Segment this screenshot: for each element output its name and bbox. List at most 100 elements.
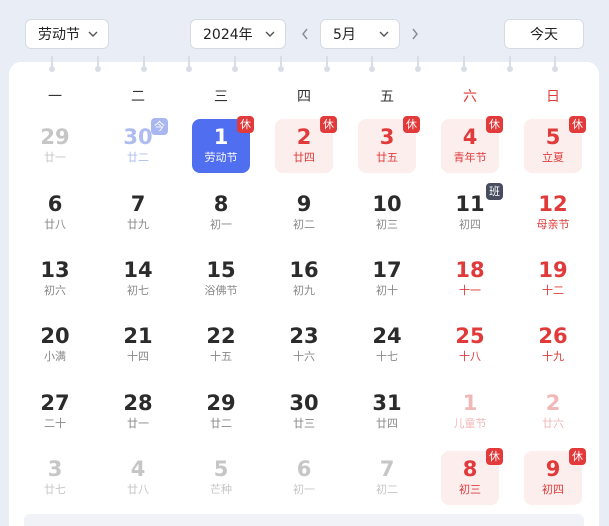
day-cell[interactable]: 22 十五 (192, 318, 250, 372)
lunar-label: 初十 (376, 284, 398, 297)
weekday-label: 二 (131, 89, 145, 105)
day-cell[interactable]: 12 母亲节 (524, 186, 582, 240)
lunar-label: 母亲节 (536, 218, 570, 231)
day-cell[interactable]: 24 十七 (358, 318, 416, 372)
day-cell[interactable]: 6 初一 (275, 451, 333, 505)
lunar-label: 儿童节 (453, 417, 487, 430)
lunar-label: 廿二 (210, 417, 232, 430)
today-badge: 今 (151, 118, 168, 135)
day-cell[interactable]: 30 廿三 (275, 385, 333, 439)
rest-day-badge: 休 (237, 116, 254, 133)
day-cell[interactable]: 14 初七 (109, 252, 167, 306)
day-cell[interactable]: 20 小满 (26, 318, 84, 372)
prev-month-button[interactable] (298, 24, 312, 44)
binder-ring (507, 56, 513, 74)
day-cell[interactable]: 31 廿四 (358, 385, 416, 439)
lunar-label: 十二 (542, 284, 564, 297)
day-number: 2 (545, 391, 561, 415)
rest-day-badge: 休 (569, 448, 586, 465)
day-cell[interactable]: 9 初二 (275, 186, 333, 240)
rest-day-badge: 休 (569, 116, 586, 133)
next-month-button[interactable] (408, 24, 422, 44)
lunar-label: 初三 (376, 218, 398, 231)
day-cell[interactable]: 5 芒种 (192, 451, 250, 505)
day-number: 7 (130, 192, 146, 216)
day-cell[interactable]: 19 十二 (524, 252, 582, 306)
lunar-label: 初三 (459, 483, 481, 496)
rest-day-badge: 休 (486, 448, 503, 465)
day-number: 9 (296, 192, 312, 216)
day-cell[interactable]: 4 廿八 (109, 451, 167, 505)
lunar-label: 廿八 (44, 218, 66, 231)
lunar-label: 廿四 (376, 417, 398, 430)
lunar-label: 廿四 (293, 151, 315, 164)
day-cell[interactable]: 17 初十 (358, 252, 416, 306)
day-cell[interactable]: 8 初三休 (441, 448, 503, 505)
day-cell[interactable]: 3 廿七 (26, 451, 84, 505)
day-cell[interactable]: 29 廿二 (192, 385, 250, 439)
day-cell[interactable]: 5 立夏休 (524, 116, 586, 173)
lunar-label: 廿二 (127, 151, 149, 164)
binder-ring (552, 56, 558, 74)
lunar-label: 廿七 (44, 483, 66, 496)
day-cell[interactable]: 21 十四 (109, 318, 167, 372)
day-cell[interactable]: 13 初六 (26, 252, 84, 306)
day-number: 25 (455, 324, 485, 348)
day-number: 1 (462, 391, 478, 415)
day-number: 24 (372, 324, 402, 348)
day-cell[interactable]: 7 廿九 (109, 186, 167, 240)
day-cell[interactable]: 28 廿一 (109, 385, 167, 439)
day-number: 23 (289, 324, 319, 348)
calendar-toolbar: 劳动节 2024年 5月 今天 (0, 0, 609, 62)
holiday-select[interactable]: 劳动节 (25, 19, 109, 49)
day-number: 7 (379, 457, 395, 481)
day-cell[interactable]: 30 廿二今 (109, 118, 168, 173)
lunar-label: 初一 (293, 483, 315, 496)
holiday-select-value: 劳动节 (38, 27, 80, 43)
day-number: 30 (289, 391, 319, 415)
day-cell[interactable]: 15 浴佛节 (192, 252, 250, 306)
lunar-label: 廿八 (127, 483, 149, 496)
day-cell[interactable]: 2 廿六 (524, 385, 582, 439)
day-cell[interactable]: 23 十六 (275, 318, 333, 372)
day-cell[interactable]: 1 劳动节休 (192, 116, 254, 173)
lunar-label: 廿六 (542, 417, 564, 430)
day-cell[interactable]: 3 廿五休 (358, 116, 420, 173)
day-number: 8 (213, 192, 229, 216)
lunar-label: 初一 (210, 218, 232, 231)
day-number: 13 (40, 258, 70, 282)
month-select-value: 5月 (333, 27, 356, 43)
weekday-label: 四 (297, 89, 311, 105)
year-select[interactable]: 2024年 (190, 19, 286, 49)
lunar-label: 初四 (542, 483, 564, 496)
day-cell[interactable]: 7 初二 (358, 451, 416, 505)
day-cell[interactable]: 18 十一 (441, 252, 499, 306)
lunar-label: 立夏 (542, 151, 564, 164)
month-select[interactable]: 5月 (320, 19, 400, 49)
today-button[interactable]: 今天 (504, 19, 584, 49)
day-cell[interactable]: 29 廿一 (26, 119, 84, 173)
day-cell[interactable]: 6 廿八 (26, 186, 84, 240)
binder-ring (186, 56, 192, 74)
day-cell[interactable]: 8 初一 (192, 186, 250, 240)
day-cell[interactable]: 10 初三 (358, 186, 416, 240)
lunar-label: 十六 (293, 350, 315, 363)
rest-day-badge: 休 (320, 116, 337, 133)
binder-ring (369, 56, 375, 74)
day-cell[interactable]: 26 十九 (524, 318, 582, 372)
day-cell[interactable]: 2 廿四休 (275, 116, 337, 173)
day-cell[interactable]: 1 儿童节 (441, 385, 499, 439)
day-cell[interactable]: 25 十八 (441, 318, 499, 372)
day-cell[interactable]: 16 初九 (275, 252, 333, 306)
chevron-down-icon (265, 31, 275, 37)
day-number: 31 (372, 391, 402, 415)
chevron-down-icon (379, 31, 389, 37)
binder-ring (278, 56, 284, 74)
lunar-label: 浴佛节 (204, 284, 238, 297)
day-cell[interactable]: 4 青年节休 (441, 116, 503, 173)
day-cell[interactable]: 27 二十 (26, 385, 84, 439)
day-cell[interactable]: 9 初四休 (524, 448, 586, 505)
day-number: 15 (206, 258, 236, 282)
day-cell[interactable]: 11 初四班 (441, 183, 503, 240)
lunar-label: 廿五 (376, 151, 398, 164)
